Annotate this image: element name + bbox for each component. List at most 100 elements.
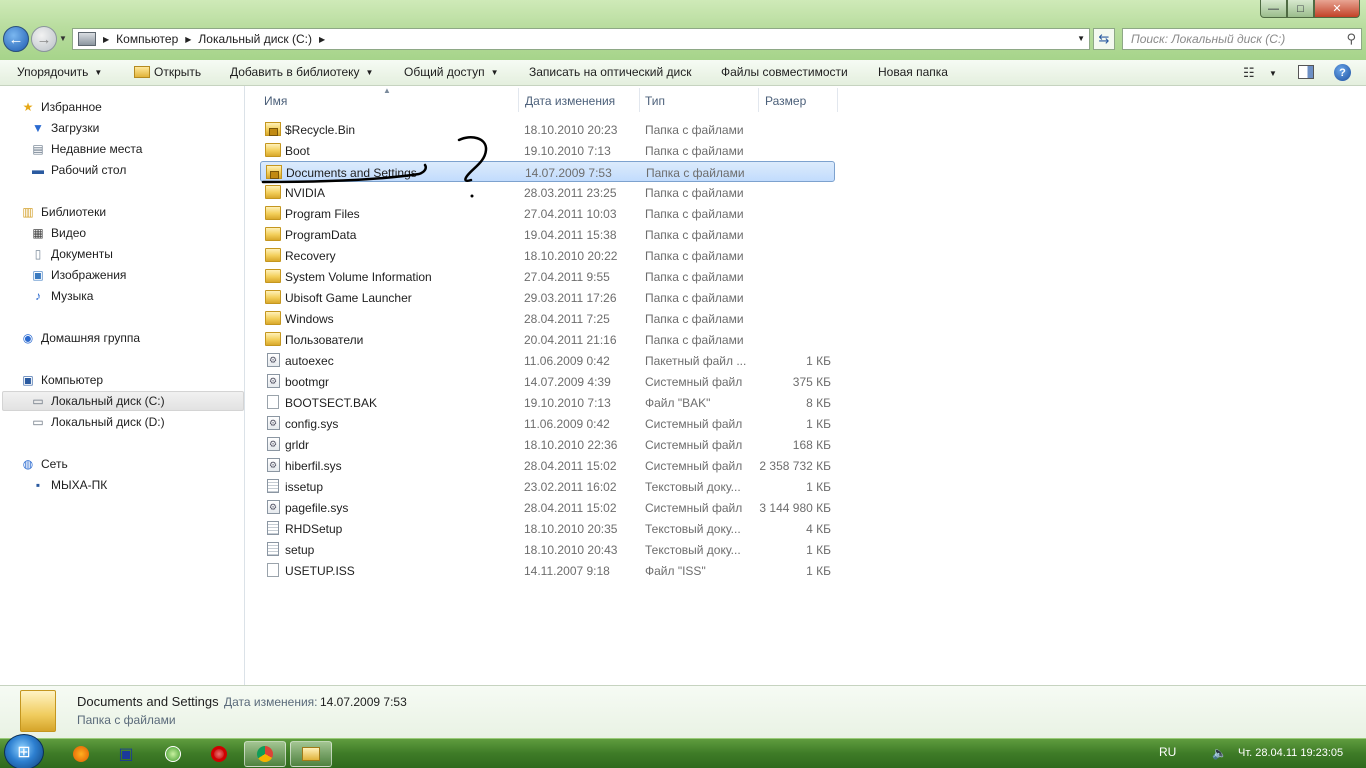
search-icon[interactable]: ⚲ <box>1346 31 1356 47</box>
column-header-size[interactable]: Размер <box>765 94 806 108</box>
organize-button[interactable]: Упорядочить ▼ <box>17 65 102 79</box>
column-divider[interactable] <box>758 88 759 112</box>
file-row[interactable]: bootmgr 14.07.2009 4:39 Системный файл 375 … <box>260 371 835 392</box>
nav-music[interactable]: ♪ Музыка <box>30 286 93 306</box>
close-button[interactable]: ✕ <box>1314 0 1360 18</box>
preview-pane-icon[interactable] <box>1298 65 1314 79</box>
folder-icon <box>265 311 281 325</box>
file-icon <box>267 395 279 409</box>
search-input[interactable]: Поиск: Локальный диск (C:) ⚲ <box>1122 28 1362 50</box>
address-dropdown-icon[interactable]: ▼ <box>1077 34 1085 43</box>
maximize-button[interactable]: □ <box>1287 0 1314 18</box>
chevron-right-icon[interactable]: ▶ <box>182 35 194 44</box>
nav-favorites[interactable]: ★ Избранное <box>20 97 102 117</box>
taskbar: ⊞ ▣ RU 🔈 Чт. 28.04.11 19:23:05 <box>0 734 1366 768</box>
forward-button[interactable]: → <box>31 26 57 52</box>
column-header-name[interactable]: Имя <box>264 94 287 108</box>
chevron-down-icon: ▼ <box>94 67 103 77</box>
nav-libraries[interactable]: ▥ Библиотеки <box>20 202 106 222</box>
back-button[interactable]: ← <box>3 26 29 52</box>
file-row[interactable]: issetup 23.02.2011 16:02 Текстовый доку...… <box>260 476 835 497</box>
add-to-library-button[interactable]: Добавить в библиотеку ▼ <box>230 65 373 79</box>
open-button[interactable]: Открыть <box>134 65 201 79</box>
file-row[interactable]: pagefile.sys 28.04.2011 15:02 Системный фа… <box>260 497 835 518</box>
share-button[interactable]: Общий доступ ▼ <box>404 65 499 79</box>
file-row[interactable]: Program Files 27.04.2011 10:03 Папка с фай… <box>260 203 835 224</box>
file-row[interactable]: Пользователи 20.04.2011 21:16 Папка с файл… <box>260 329 835 350</box>
file-row[interactable]: autoexec 11.06.2009 0:42 Пакетный файл ...… <box>260 350 835 371</box>
volume-icon[interactable]: 🔈 <box>1212 746 1227 760</box>
refresh-button[interactable]: ⇆ <box>1093 28 1115 50</box>
taskbar-app-save[interactable]: ▣ <box>105 741 147 767</box>
column-header-type[interactable]: Тип <box>645 94 665 108</box>
burn-button[interactable]: Записать на оптический диск <box>529 65 692 79</box>
nav-network[interactable]: ◍ Сеть <box>20 454 68 474</box>
file-row[interactable]: BOOTSECT.BAK 19.10.2010 7:13 Файл "BAK" 8 К… <box>260 392 835 413</box>
recent-pages-dropdown[interactable]: ▼ <box>59 34 67 43</box>
file-size: 2 358 732 КБ <box>759 459 831 473</box>
start-button[interactable]: ⊞ <box>4 734 44 768</box>
nav-pictures[interactable]: ▣ Изображения <box>30 265 126 285</box>
file-size: 4 КБ <box>806 522 831 536</box>
breadcrumb-drive-c[interactable]: Локальный диск (C:) <box>194 32 316 46</box>
file-row[interactable]: ProgramData 19.04.2011 15:38 Папка с файла… <box>260 224 835 245</box>
clock[interactable]: Чт. 28.04.11 19:23:05 <box>1238 747 1343 759</box>
file-row[interactable]: Recovery 18.10.2010 20:22 Папка с файлами <box>260 245 835 266</box>
file-row[interactable]: RHDSetup 18.10.2010 20:35 Текстовый доку..… <box>260 518 835 539</box>
file-type: Папка с файлами <box>645 144 744 158</box>
file-name: Documents and Settings <box>286 166 417 180</box>
file-row[interactable]: grldr 18.10.2010 22:36 Системный файл 168 К… <box>260 434 835 455</box>
folder-icon <box>265 143 281 157</box>
file-row[interactable]: config.sys 11.06.2009 0:42 Системный файл 1… <box>260 413 835 434</box>
file-name: Ubisoft Game Launcher <box>285 291 412 305</box>
nav-documents[interactable]: ▯ Документы <box>30 244 113 264</box>
language-indicator[interactable]: RU <box>1159 745 1176 759</box>
address-bar[interactable]: ▶ Компьютер ▶ Локальный диск (C:) ▶ ▼ <box>72 28 1090 50</box>
column-divider[interactable] <box>639 88 640 112</box>
file-name: RHDSetup <box>285 522 343 536</box>
file-row[interactable]: $Recycle.Bin 18.10.2010 20:23 Папка с файл… <box>260 119 835 140</box>
taskbar-app-utorrent[interactable] <box>152 741 194 767</box>
folder-icon <box>265 185 281 199</box>
help-icon[interactable]: ? <box>1334 64 1351 81</box>
file-row[interactable]: Windows 28.04.2011 7:25 Папка с файлами <box>260 308 835 329</box>
chevron-right-icon[interactable]: ▶ <box>100 35 112 44</box>
file-row[interactable]: Boot 19.10.2010 7:13 Папка с файлами <box>260 140 835 161</box>
sys-file-icon <box>267 416 280 430</box>
file-row[interactable]: NVIDIA 28.03.2011 23:25 Папка с файлами <box>260 182 835 203</box>
sys-file-icon <box>267 353 280 367</box>
nav-computer[interactable]: ▣ Компьютер <box>20 370 103 390</box>
nav-drive-d[interactable]: ▭ Локальный диск (D:) <box>30 412 164 432</box>
details-pane: Documents and Settings Дата изменения: 1… <box>0 685 1366 738</box>
taskbar-app-explorer[interactable] <box>290 741 332 767</box>
file-row[interactable]: Ubisoft Game Launcher 29.03.2011 17:26 Пап… <box>260 287 835 308</box>
column-divider[interactable] <box>518 88 519 112</box>
file-type: Папка с файлами <box>645 312 744 326</box>
file-row[interactable]: USETUP.ISS 14.11.2007 9:18 Файл "ISS" 1 КБ <box>260 560 835 581</box>
file-row[interactable]: System Volume Information 27.04.2011 9:55… <box>260 266 835 287</box>
file-row[interactable]: Documents and Settings 14.07.2009 7:53 Пап… <box>260 161 835 182</box>
column-header-date[interactable]: Дата изменения <box>525 94 615 108</box>
chevron-down-icon[interactable]: ▼ <box>1269 69 1277 78</box>
nav-recent-places[interactable]: ▤ Недавние места <box>30 139 142 159</box>
file-date: 20.04.2011 21:16 <box>524 333 617 347</box>
nav-drive-c[interactable]: ▭ Локальный диск (C:) <box>2 391 244 411</box>
taskbar-app-opera[interactable] <box>198 741 240 767</box>
nav-videos[interactable]: ▦ Видео <box>30 223 86 243</box>
minimize-button[interactable]: — <box>1260 0 1287 18</box>
sys-file-icon <box>267 437 280 451</box>
nav-network-pc[interactable]: ▪ МЫХА-ПК <box>30 475 107 495</box>
file-row[interactable]: setup 18.10.2010 20:43 Текстовый доку... 1 … <box>260 539 835 560</box>
breadcrumb-computer[interactable]: Компьютер <box>112 32 182 46</box>
taskbar-app-chrome[interactable] <box>244 741 286 767</box>
chevron-right-icon[interactable]: ▶ <box>316 35 328 44</box>
taskbar-app-avast[interactable] <box>60 741 102 767</box>
nav-downloads[interactable]: ▼ Загрузки <box>30 118 99 138</box>
file-row[interactable]: hiberfil.sys 28.04.2011 15:02 Системный фа… <box>260 455 835 476</box>
view-options-icon[interactable]: ☷ <box>1243 65 1255 81</box>
new-folder-button[interactable]: Новая папка <box>878 65 948 79</box>
column-divider[interactable] <box>837 88 838 112</box>
nav-homegroup[interactable]: ◉ Домашняя группа <box>20 328 140 348</box>
nav-desktop[interactable]: ▬ Рабочий стол <box>30 160 126 180</box>
compat-files-button[interactable]: Файлы совместимости <box>721 65 848 79</box>
